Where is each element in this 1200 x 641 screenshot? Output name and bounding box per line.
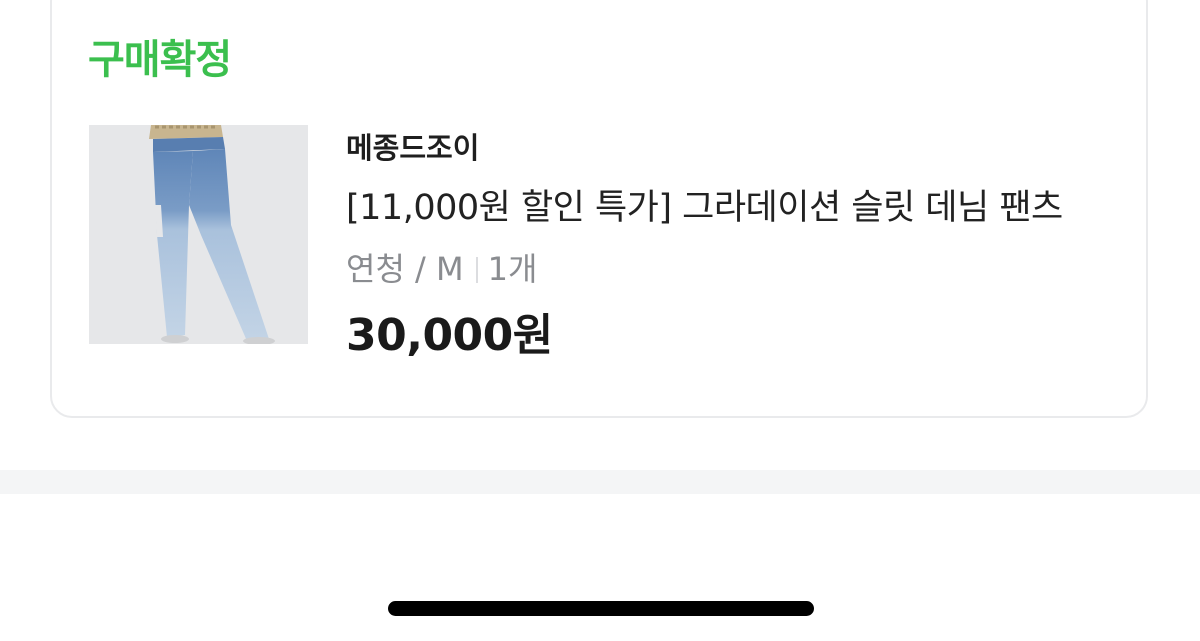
order-screen: 구매확정 메종드조이 [11,000원 할인 특가] 그라데이션 슬릿 데님 팬… [0,0,1200,641]
option-color-size: 연청 / M [346,250,464,288]
jeans-product-image [89,125,308,344]
order-status-label: 구매확정 [88,37,232,83]
product-title[interactable]: [11,000원 할인 특가] 그라데이션 슬릿 데님 팬츠 [346,186,1063,230]
product-thumbnail[interactable] [89,125,308,344]
product-price: 30,000원 [346,310,553,361]
home-indicator[interactable] [388,601,814,616]
shop-name[interactable]: 메종드조이 [346,128,479,168]
section-divider [0,470,1200,494]
option-divider [475,257,478,283]
product-option: 연청 / M 1개 [346,248,537,290]
option-quantity: 1개 [487,250,538,288]
